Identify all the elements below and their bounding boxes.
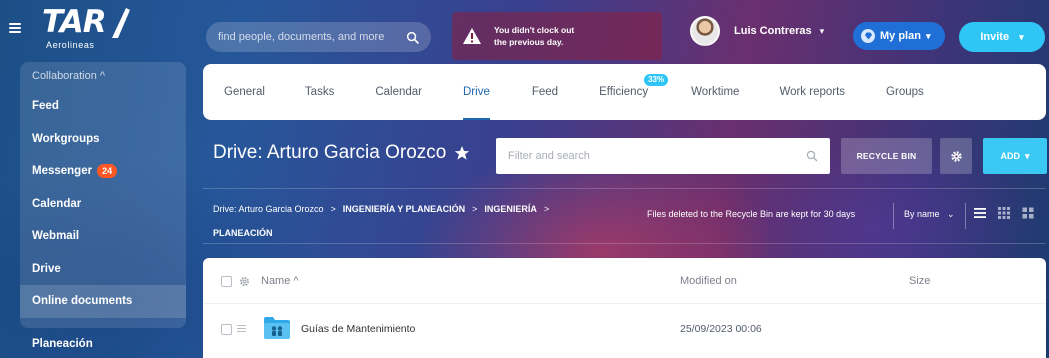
my-plan-button[interactable]: My plan ▾ (853, 22, 945, 50)
tab-work-reports[interactable]: Work reports (779, 64, 845, 120)
efficiency-percent-badge: 33% (644, 74, 669, 86)
tab-feed[interactable]: Feed (532, 64, 558, 120)
breadcrumb: Drive: Arturo Garcia Orozco > INGENIERÍA Y… (213, 197, 603, 245)
logo-subtitle: Aerolineas (46, 40, 95, 50)
breadcrumb-item-current[interactable]: PLANEACIÓN (213, 228, 273, 238)
sidebar-item-feed[interactable]: Feed (20, 90, 186, 123)
sidebar-item-label: Drive (32, 262, 61, 275)
column-header-name[interactable]: Name ^ (261, 275, 299, 287)
breadcrumb-item[interactable]: Drive: Arturo Garcia Orozco (213, 204, 324, 214)
sidebar-item-webmail[interactable]: Webmail (20, 220, 186, 253)
search-icon[interactable] (406, 31, 419, 44)
sidebar-item-online-documents[interactable]: Online documents (20, 285, 186, 318)
tile-view-icon[interactable] (1021, 206, 1035, 220)
global-search[interactable] (206, 22, 431, 52)
sidebar-item-label: Feed (32, 100, 59, 112)
invite-button[interactable]: Invite ▾ (959, 22, 1045, 52)
tab-tasks[interactable]: Tasks (305, 64, 334, 120)
warning-icon (463, 28, 481, 44)
breadcrumb-bar: Drive: Arturo Garcia Orozco > INGENIERÍA Y… (203, 188, 1046, 244)
column-header-modified[interactable]: Modified on (680, 275, 737, 287)
left-sidebar: Collaboration ^ Feed Workgroups Messenge… (20, 62, 188, 358)
tab-groups[interactable]: Groups (886, 64, 924, 120)
star-icon[interactable] (454, 145, 470, 161)
sidebar-item-label: Messenger (32, 165, 93, 177)
files-table: Name ^ Modified on Size Guías de Manteni… (203, 258, 1046, 358)
grid-view-icon[interactable] (997, 206, 1011, 220)
invite-label: Invite (980, 31, 1010, 43)
gear-icon[interactable] (239, 276, 250, 287)
chevron-down-icon: ▾ (1024, 150, 1030, 161)
chevron-down-icon: ▾ (925, 30, 931, 41)
user-menu[interactable]: Luis Contreras ▾ (690, 14, 824, 48)
page-title-text: Drive: Arturo Garcia Orozco (213, 142, 447, 163)
collaboration-group: Collaboration ^ Feed Workgroups Messenge… (20, 62, 186, 328)
sidebar-item-messenger[interactable]: Messenger 24 (20, 155, 186, 188)
list-view-icon[interactable] (973, 206, 987, 220)
logo-slash-icon (112, 8, 130, 38)
breadcrumb-item[interactable]: INGENIERÍA Y PLANEACIÓN (343, 204, 465, 214)
settings-button[interactable] (940, 138, 972, 174)
sidebar-item-label: Calendar (32, 197, 82, 210)
tab-worktime[interactable]: Worktime (691, 64, 739, 120)
sidebar-item-drive[interactable]: Drive (20, 253, 186, 286)
search-icon[interactable] (806, 150, 818, 162)
table-row[interactable]: Guías de Mantenimiento 25/09/2023 00:06 (203, 304, 1046, 358)
sidebar-item-calendar[interactable]: Calendar (20, 188, 186, 221)
top-header: TAR Aerolineas You didn't clock out the … (0, 0, 1049, 60)
tab-drive[interactable]: Drive (463, 64, 490, 120)
messenger-count-badge: 24 (97, 164, 118, 179)
tab-general[interactable]: General (224, 64, 265, 120)
menu-burger-icon[interactable] (9, 23, 21, 33)
breadcrumb-separator: > (330, 204, 336, 214)
filter-search-input[interactable] (508, 150, 806, 162)
company-logo[interactable]: TAR Aerolineas (42, 6, 132, 54)
breadcrumb-separator: > (472, 204, 478, 214)
sort-dropdown[interactable]: By name ⌄ (904, 209, 955, 220)
breadcrumb-separator: > (543, 204, 550, 214)
logo-text: TAR (42, 4, 107, 40)
tab-efficiency-label: Efficiency (599, 86, 649, 98)
page-title: Drive: Arturo Garcia Orozco (213, 142, 470, 164)
sidebar-item-label: Webmail (32, 230, 80, 242)
diamond-icon (861, 29, 875, 43)
chevron-down-icon: ⌄ (947, 209, 955, 219)
chevron-down-icon: ▾ (1019, 31, 1024, 42)
view-switcher (973, 206, 1035, 220)
row-checkbox[interactable] (221, 324, 232, 335)
recycle-bin-button[interactable]: RECYCLE BIN (841, 138, 932, 174)
column-header-size[interactable]: Size (909, 275, 930, 287)
add-button[interactable]: ADD ▾ (983, 138, 1047, 174)
shared-folder-icon (264, 317, 290, 339)
global-search-input[interactable] (218, 31, 398, 43)
recycle-retention-note: Files deleted to the Recycle Bin are kep… (647, 209, 856, 219)
add-label: ADD (1000, 151, 1020, 161)
chevron-down-icon[interactable]: ▾ (820, 26, 825, 37)
file-modified-date: 25/09/2023 00:06 (680, 323, 762, 335)
breadcrumb-item[interactable]: INGENIERÍA (484, 204, 537, 214)
select-all-checkbox[interactable] (221, 276, 232, 287)
sidebar-item-planeacion[interactable]: Planeación (20, 328, 188, 358)
sidebar-item-workgroups[interactable]: Workgroups (20, 123, 186, 156)
tab-calendar[interactable]: Calendar (375, 64, 422, 120)
file-name[interactable]: Guías de Mantenimiento (301, 323, 415, 335)
filter-search[interactable] (496, 138, 830, 174)
my-plan-label: My plan (880, 30, 921, 42)
divider (893, 203, 894, 229)
divider (965, 203, 966, 229)
user-name[interactable]: Luis Contreras (734, 25, 812, 37)
tab-efficiency[interactable]: Efficiency 33% (599, 64, 669, 120)
user-avatar[interactable] (690, 16, 720, 46)
alert-message: You didn't clock out the previous day. (494, 25, 575, 47)
workgroup-tabs: General Tasks Calendar Drive Feed Effici… (203, 64, 1046, 120)
sort-label: By name (904, 209, 940, 219)
gear-icon (950, 150, 962, 162)
sidebar-item-label: Online documents (32, 295, 133, 307)
sidebar-item-label: Workgroups (32, 132, 100, 145)
drag-handle-icon[interactable] (237, 325, 246, 333)
collaboration-group-header[interactable]: Collaboration ^ (20, 66, 186, 90)
clock-out-alert[interactable]: You didn't clock out the previous day. (452, 12, 662, 60)
table-header: Name ^ Modified on Size (203, 258, 1046, 304)
